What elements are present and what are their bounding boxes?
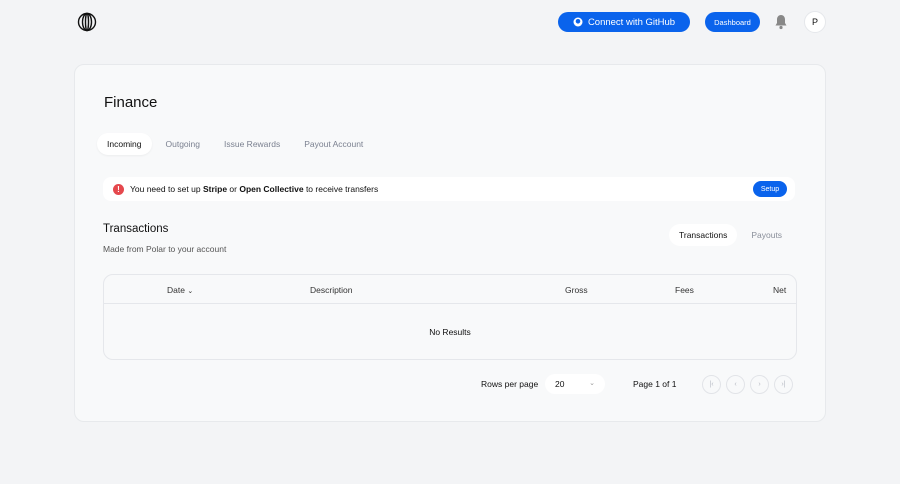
polar-logo[interactable] — [77, 12, 97, 32]
section-subtitle: Made from Polar to your account — [103, 244, 227, 254]
next-page-button[interactable]: › — [750, 375, 769, 394]
avatar[interactable]: P — [804, 11, 826, 33]
setup-button[interactable]: Setup — [753, 181, 787, 197]
section-title: Transactions — [103, 223, 169, 235]
connect-github-button[interactable]: Connect with GitHub — [558, 12, 690, 32]
prev-page-button[interactable]: ‹ — [726, 375, 745, 394]
error-icon: ! — [113, 183, 124, 195]
column-fees: Fees — [675, 285, 694, 295]
tab-issue-rewards[interactable]: Issue Rewards — [214, 133, 290, 155]
finance-card: Finance Incoming Outgoing Issue Rewards … — [74, 64, 826, 422]
tab-outgoing[interactable]: Outgoing — [156, 133, 211, 155]
column-net: Net — [773, 285, 787, 295]
chevron-down-icon: ⌄ — [589, 380, 595, 387]
setup-alert: ! You need to set up Stripe or Open Coll… — [103, 177, 795, 201]
github-icon — [573, 17, 583, 27]
chevron-down-icon: ⌄ — [187, 288, 194, 295]
tab-incoming[interactable]: Incoming — [97, 133, 152, 155]
rows-per-page-value: 20 — [555, 379, 565, 389]
transactions-toggle: Transactions Payouts — [669, 224, 792, 246]
chevron-right-icon: › — [758, 381, 761, 388]
page-info: Page 1 of 1 — [633, 379, 677, 389]
bell-icon[interactable] — [774, 14, 788, 30]
first-page-icon: |‹ — [709, 381, 714, 388]
toggle-payouts[interactable]: Payouts — [741, 224, 792, 246]
page-title: Finance — [104, 94, 158, 111]
transactions-table: Date ⌄ Description Gross Fees Net No Res… — [103, 274, 797, 360]
connect-github-label: Connect with GitHub — [587, 16, 676, 28]
column-gross: Gross — [565, 285, 588, 295]
finance-tabs: Incoming Outgoing Issue Rewards Payout A… — [97, 133, 373, 155]
table-header: Date ⌄ Description Gross Fees Net — [104, 275, 796, 304]
rows-per-page-select[interactable]: 20 ⌄ — [545, 374, 605, 394]
last-page-icon: ›| — [781, 381, 786, 388]
alert-text: You need to set up Stripe or Open Collec… — [130, 184, 379, 194]
empty-state: No Results — [429, 327, 471, 337]
rows-per-page-label: Rows per page — [481, 379, 539, 389]
column-date[interactable]: Date ⌄ — [167, 285, 193, 295]
chevron-left-icon: ‹ — [734, 381, 737, 388]
toggle-transactions[interactable]: Transactions — [669, 224, 738, 246]
first-page-button[interactable]: |‹ — [702, 375, 721, 394]
last-page-button[interactable]: ›| — [774, 375, 793, 394]
tab-payout-account[interactable]: Payout Account — [294, 133, 373, 155]
column-description: Description — [310, 285, 353, 295]
dashboard-button[interactable]: Dashboard — [705, 12, 760, 32]
